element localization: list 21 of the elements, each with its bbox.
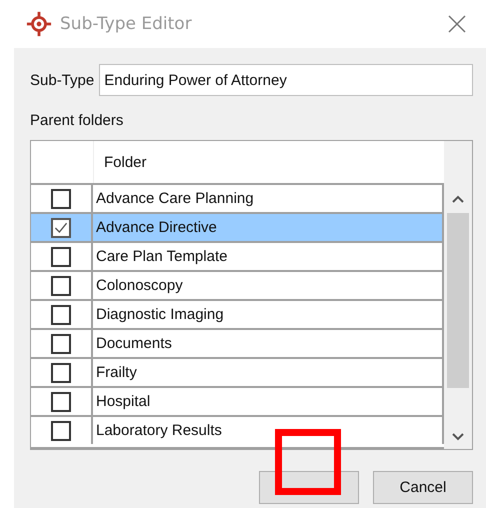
checkbox[interactable] bbox=[51, 420, 71, 440]
sub-type-label: Sub-Type bbox=[30, 72, 94, 88]
close-icon[interactable] bbox=[448, 15, 466, 33]
column-header[interactable]: Folder bbox=[94, 141, 444, 183]
parent-folders-label: Parent folders bbox=[30, 112, 124, 129]
cancel-button[interactable]: Cancel bbox=[373, 471, 473, 504]
sub-type-field[interactable]: Enduring Power of Attorney bbox=[99, 64, 473, 96]
checkbox[interactable] bbox=[51, 334, 71, 354]
window-title: Sub-Type Editor bbox=[60, 14, 193, 34]
checkbox[interactable] bbox=[51, 304, 71, 324]
checkbox[interactable] bbox=[51, 188, 71, 208]
scroll-thumb[interactable] bbox=[447, 213, 469, 388]
checkbox[interactable] bbox=[51, 246, 71, 266]
scroll-down-icon[interactable] bbox=[452, 433, 464, 441]
crosshair-icon bbox=[26, 11, 52, 37]
checkbox[interactable] bbox=[51, 362, 71, 382]
scroll-up-icon[interactable] bbox=[452, 195, 464, 203]
checkbox[interactable] bbox=[51, 218, 71, 238]
table-cell[interactable]: Advance Directive bbox=[93, 214, 444, 241]
checkbox[interactable] bbox=[51, 392, 71, 412]
checkbox[interactable] bbox=[51, 276, 71, 296]
